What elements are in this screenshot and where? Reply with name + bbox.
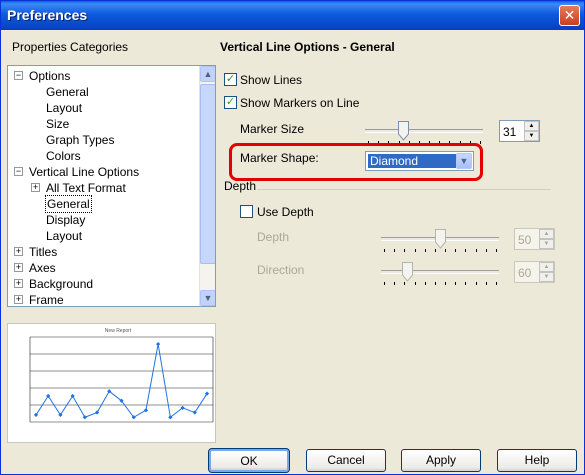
scroll-thumb[interactable] <box>200 84 215 264</box>
preview-marker <box>143 408 149 413</box>
marker-size-label: Marker Size <box>240 122 305 136</box>
tree-item[interactable]: Size <box>46 116 69 132</box>
tree-scrollbar[interactable]: ▲ ▼ <box>199 66 215 306</box>
marker-size-spinner[interactable]: 31 ▲ ▼ <box>499 120 540 142</box>
tree-item[interactable]: Layout <box>46 100 82 116</box>
categories-tree[interactable]: − Options General Layout Size Graph Types Colo… <box>7 65 216 307</box>
checkmark-icon: ✓ <box>225 73 236 85</box>
marker-shape-select[interactable]: Diamond ▼ <box>365 151 474 171</box>
dropdown-button[interactable]: ▼ <box>456 153 472 169</box>
tree-item[interactable]: Layout <box>46 228 82 244</box>
show-markers-label[interactable]: Show Markers on Line <box>240 96 359 110</box>
close-icon: ✕ <box>563 7 576 23</box>
tree-item[interactable]: Vertical Line Options <box>29 164 139 180</box>
spin-down-icon[interactable]: ▼ <box>539 272 554 282</box>
use-depth-checkbox[interactable] <box>240 205 253 218</box>
direction-label: Direction <box>257 263 305 277</box>
direction-spinner[interactable]: 60 ▲ ▼ <box>514 261 555 283</box>
show-lines-checkbox[interactable]: ✓ <box>224 73 237 86</box>
spin-down-icon[interactable]: ▼ <box>524 131 539 141</box>
apply-button[interactable]: Apply <box>401 449 481 472</box>
ok-button[interactable]: OK <box>208 448 290 473</box>
expand-icon[interactable]: + <box>14 247 23 256</box>
collapse-icon[interactable]: − <box>14 167 23 176</box>
marker-size-slider-track[interactable] <box>365 129 483 133</box>
tree-item[interactable]: General <box>46 84 89 100</box>
marker-size-slider-thumb[interactable] <box>398 121 410 141</box>
direction-ticks <box>384 282 497 286</box>
expand-icon[interactable]: + <box>14 279 23 288</box>
spin-up-icon[interactable]: ▲ <box>539 262 554 272</box>
scroll-down-button[interactable]: ▼ <box>200 290 215 306</box>
categories-heading: Properties Categories <box>12 40 129 54</box>
depth-group-divider <box>257 189 551 190</box>
expand-icon[interactable]: + <box>31 183 40 192</box>
chevron-down-icon: ▼ <box>459 156 469 166</box>
direction-slider-track[interactable] <box>381 270 499 274</box>
checkmark-icon: ✓ <box>225 96 236 108</box>
preview-series-line <box>35 343 208 419</box>
depth-label: Depth <box>257 230 290 244</box>
preview-chart: New Report <box>29 328 214 423</box>
show-lines-label[interactable]: Show Lines <box>240 73 302 87</box>
tree-item[interactable]: Frame <box>29 292 64 306</box>
preferences-dialog: Preferences ✕ Properties Categories − Opt… <box>0 0 585 475</box>
tree-item[interactable]: Colors <box>46 148 81 164</box>
preview-marker <box>82 415 87 420</box>
direction-slider-thumb[interactable] <box>402 262 414 282</box>
marker-shape-label: Marker Shape: <box>240 151 319 165</box>
depth-spinner[interactable]: 50 ▲ ▼ <box>514 228 555 250</box>
tree-item[interactable]: Titles <box>29 244 57 260</box>
depth-value[interactable]: 50 <box>518 233 531 247</box>
close-button[interactable]: ✕ <box>559 5 580 26</box>
direction-value[interactable]: 60 <box>518 266 531 280</box>
help-button[interactable]: Help <box>497 449 577 472</box>
tree-item[interactable]: Axes <box>29 260 56 276</box>
collapse-icon[interactable]: − <box>14 71 23 80</box>
marker-shape-value[interactable]: Diamond <box>368 154 456 168</box>
use-depth-label[interactable]: Use Depth <box>257 205 314 219</box>
depth-slider-thumb[interactable] <box>434 229 446 249</box>
show-markers-checkbox[interactable]: ✓ <box>224 96 237 109</box>
chart-preview: New Report <box>7 323 216 443</box>
spin-up-icon[interactable]: ▲ <box>524 121 539 131</box>
window-title: Preferences <box>7 7 88 23</box>
depth-group-label: Depth <box>224 179 257 193</box>
preview-marker <box>156 341 161 347</box>
chevron-up-icon: ▲ <box>203 69 213 79</box>
tree-item[interactable]: Options <box>29 68 70 84</box>
tree-item[interactable]: All Text Format <box>46 180 126 196</box>
marker-size-value[interactable]: 31 <box>503 125 516 139</box>
depth-ticks <box>384 249 497 253</box>
chevron-down-icon: ▼ <box>203 293 213 303</box>
tree-item[interactable]: Background <box>29 276 93 292</box>
section-heading: Vertical Line Options - General <box>220 40 395 54</box>
scroll-up-button[interactable]: ▲ <box>200 66 215 82</box>
tree-item[interactable]: Display <box>46 212 85 228</box>
preview-marker <box>94 410 100 415</box>
expand-icon[interactable]: + <box>14 263 23 272</box>
expand-icon[interactable]: + <box>14 295 23 304</box>
spin-down-icon[interactable]: ▼ <box>539 239 554 249</box>
preview-title: New Report <box>105 328 132 334</box>
cancel-button[interactable]: Cancel <box>306 449 386 472</box>
title-bar[interactable]: Preferences ✕ <box>1 1 584 30</box>
spin-up-icon[interactable]: ▲ <box>539 229 554 239</box>
tree-item[interactable]: Graph Types <box>46 132 114 148</box>
tree-item[interactable]: General <box>45 195 92 213</box>
